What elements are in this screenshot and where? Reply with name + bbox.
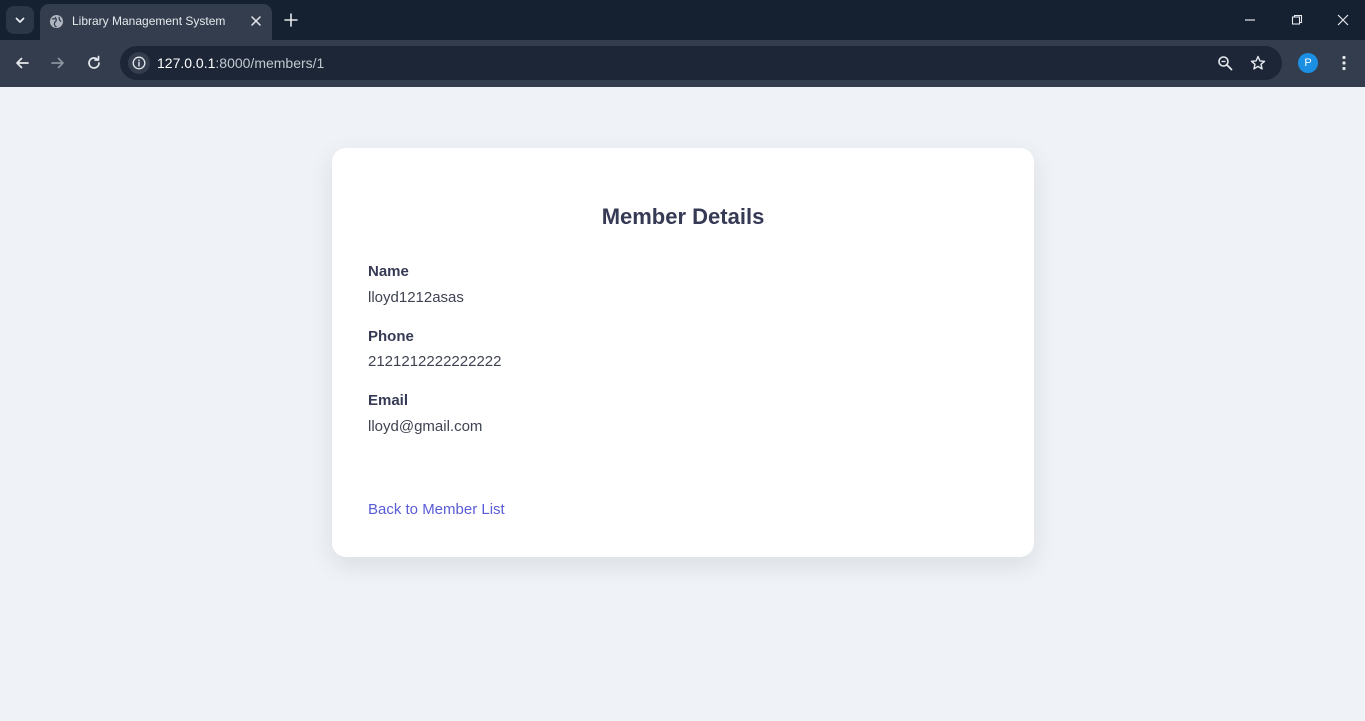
close-icon <box>251 16 261 26</box>
zoom-button[interactable] <box>1215 53 1235 73</box>
tab-title: Library Management System <box>72 14 226 28</box>
email-value: lloyd@gmail.com <box>368 418 483 435</box>
zoom-icon <box>1218 56 1233 71</box>
browser-tab[interactable]: Library Management System <box>40 4 272 40</box>
tab-search-button[interactable] <box>6 6 34 34</box>
minimize-button[interactable] <box>1240 10 1260 30</box>
reload-icon <box>88 55 100 69</box>
name-label: Name <box>368 263 409 280</box>
reload-button[interactable] <box>82 51 106 75</box>
arrow-left-icon <box>16 57 29 69</box>
tab-bar: Library Management System <box>0 0 1365 40</box>
new-tab-button[interactable] <box>282 11 300 29</box>
restore-button[interactable] <box>1287 10 1307 30</box>
name-value: lloyd1212asas <box>368 289 464 306</box>
page-title: Member Details <box>601 204 765 229</box>
restore-icon <box>1291 14 1303 25</box>
globe-icon <box>49 14 64 29</box>
bookmark-button[interactable] <box>1248 53 1268 73</box>
info-icon <box>132 56 146 70</box>
forward-button[interactable] <box>46 51 70 75</box>
back-to-member-list-link[interactable]: Back to Member List <box>368 501 505 518</box>
address-bar[interactable]: 127.0.0.1:8000/members/1 <box>120 46 1282 80</box>
plus-icon <box>284 13 298 27</box>
arrow-right-icon <box>51 57 64 69</box>
browser-toolbar: 127.0.0.1:8000/members/1 P <box>0 40 1365 87</box>
email-label: Email <box>368 392 409 409</box>
site-info-button[interactable] <box>128 52 150 74</box>
minimize-icon <box>1245 19 1255 21</box>
more-vertical-icon <box>1342 55 1346 71</box>
phone-label: Phone <box>368 328 414 345</box>
member-details-card: Member Details Name lloyd1212asas Phone … <box>332 148 1034 557</box>
close-window-icon <box>1337 14 1349 26</box>
profile-avatar[interactable]: P <box>1298 53 1318 73</box>
close-tab-button[interactable] <box>248 13 264 29</box>
url-text[interactable]: 127.0.0.1:8000/members/1 <box>157 55 324 71</box>
phone-value: 2121212222222222 <box>368 353 502 370</box>
browser-menu-button[interactable] <box>1334 52 1354 74</box>
close-window-button[interactable] <box>1333 10 1353 30</box>
back-button[interactable] <box>10 51 34 75</box>
star-icon <box>1250 55 1266 70</box>
chevron-down-icon <box>15 17 25 23</box>
url-path: :8000/members/1 <box>215 55 325 71</box>
url-host: 127.0.0.1 <box>157 55 216 71</box>
page-viewport: Member Details Name lloyd1212asas Phone … <box>0 87 1365 721</box>
